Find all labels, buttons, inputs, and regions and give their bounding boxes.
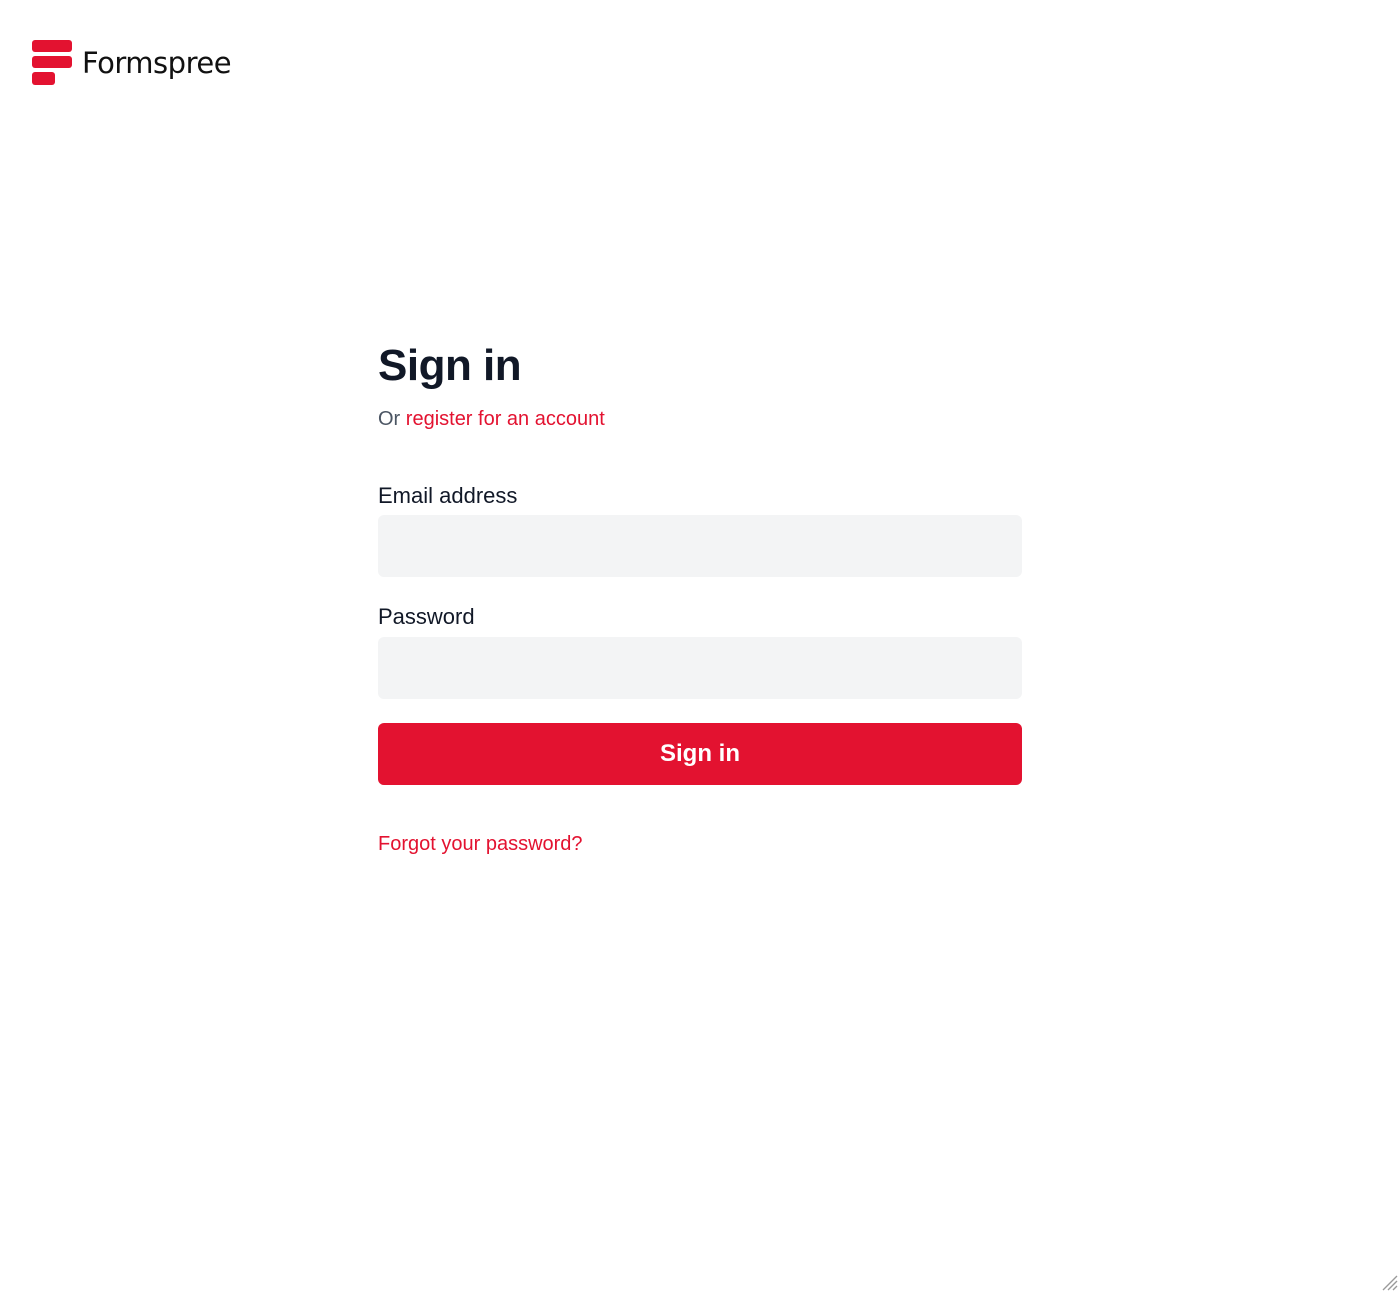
brand-name: Formspree xyxy=(82,45,232,80)
register-prompt-prefix: Or xyxy=(378,407,401,430)
formspree-logo-icon xyxy=(32,40,72,85)
signin-form: Email address Password Sign in xyxy=(378,483,1022,785)
password-label: Password xyxy=(378,604,475,630)
home-logo-link[interactable]: Formspree xyxy=(32,40,232,86)
password-field[interactable] xyxy=(378,636,1022,699)
register-prompt: Or register for an account xyxy=(378,407,1022,431)
email-label: Email address xyxy=(378,482,518,508)
signin-page: Formspree Sign in Or register for an acc… xyxy=(0,0,1400,1293)
signin-form-container: Sign in Or register for an account Email… xyxy=(378,340,1022,856)
forgot-password-link[interactable]: Forgot your password? xyxy=(378,833,583,856)
site-header: Formspree xyxy=(32,40,232,86)
signin-button[interactable]: Sign in xyxy=(378,722,1022,785)
register-link[interactable]: register for an account xyxy=(406,408,605,430)
resize-grip-icon[interactable] xyxy=(1380,1273,1398,1291)
email-field[interactable] xyxy=(378,515,1022,578)
page-title: Sign in xyxy=(378,341,522,390)
